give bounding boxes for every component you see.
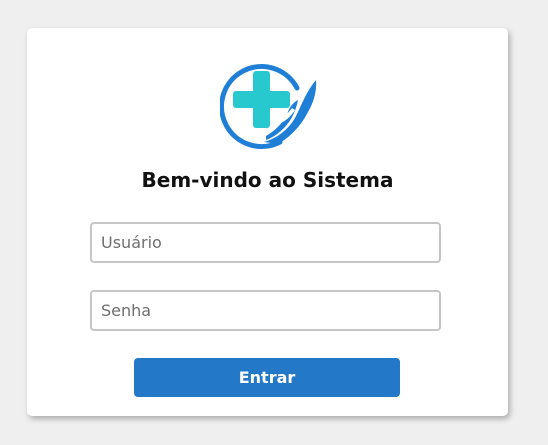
login-button[interactable]: Entrar xyxy=(134,358,400,397)
login-card: Bem-vindo ao Sistema Entrar xyxy=(27,28,508,416)
username-input[interactable] xyxy=(90,222,441,263)
password-input[interactable] xyxy=(90,290,441,331)
medical-cross-hand-icon xyxy=(219,58,318,150)
page-title: Bem-vindo ao Sistema xyxy=(141,168,394,192)
